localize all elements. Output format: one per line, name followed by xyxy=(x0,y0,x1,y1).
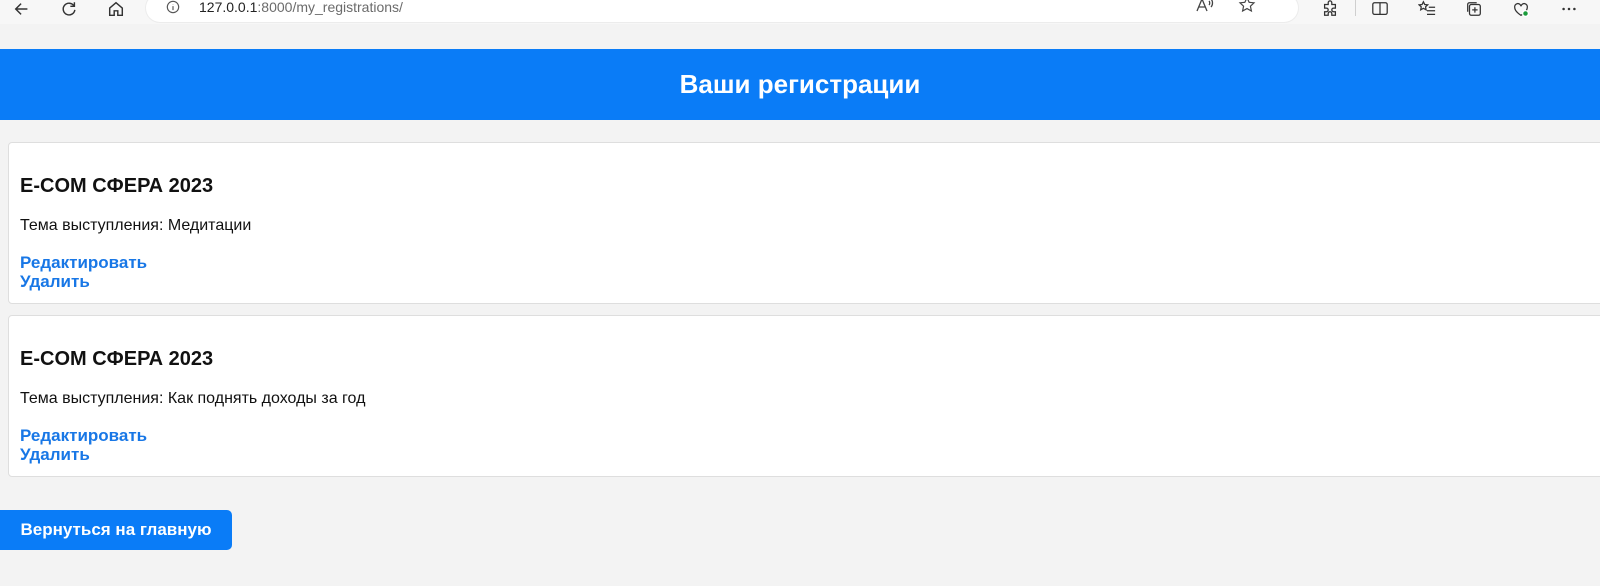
page-title: Ваши регистрации xyxy=(679,69,921,99)
page-header: Ваши регистрации xyxy=(0,49,1600,120)
url-host: 127.0.0.1 xyxy=(199,0,258,15)
info-icon[interactable] xyxy=(166,0,180,14)
more-icon[interactable] xyxy=(1557,0,1581,18)
back-to-home-button[interactable]: Вернуться на главную xyxy=(0,510,232,550)
edit-link[interactable]: Редактировать xyxy=(20,426,147,446)
talk-topic: Тема выступления: Как поднять доходы за … xyxy=(20,390,366,407)
back-arrow-icon[interactable] xyxy=(8,0,36,18)
home-icon[interactable] xyxy=(102,0,130,18)
extensions-icon[interactable] xyxy=(1318,0,1342,18)
star-icon[interactable] xyxy=(1236,0,1258,14)
address-bar[interactable]: 127.0.0.1:8000/my_registrations/ xyxy=(146,0,1298,22)
url-path: /my_registrations/ xyxy=(292,0,403,15)
collections-icon[interactable] xyxy=(1462,0,1486,18)
url-port: :8000 xyxy=(257,0,293,15)
url-text[interactable]: 127.0.0.1:8000/my_registrations/ xyxy=(199,0,403,15)
event-title: E-COM СФЕРА 2023 xyxy=(20,348,214,370)
browser-essentials-icon[interactable] xyxy=(1509,0,1533,18)
registration-card: E-COM СФЕРА 2023 Тема выступления: Как п… xyxy=(8,315,1600,477)
read-aloud-icon[interactable] xyxy=(1194,0,1216,14)
talk-topic: Тема выступления: Медитации xyxy=(20,217,252,234)
event-title: E-COM СФЕРА 2023 xyxy=(20,175,214,197)
registration-card: E-COM СФЕРА 2023 Тема выступления: Медит… xyxy=(8,142,1600,304)
delete-link[interactable]: Удалить xyxy=(20,272,90,292)
delete-link[interactable]: Удалить xyxy=(20,445,90,465)
split-screen-icon[interactable] xyxy=(1368,0,1392,18)
favorites-list-icon[interactable] xyxy=(1415,0,1439,18)
refresh-icon[interactable] xyxy=(55,0,83,18)
toolbar-divider xyxy=(1355,0,1356,16)
edit-link[interactable]: Редактировать xyxy=(20,253,147,273)
browser-toolbar: 127.0.0.1:8000/my_registrations/ xyxy=(0,0,1600,24)
